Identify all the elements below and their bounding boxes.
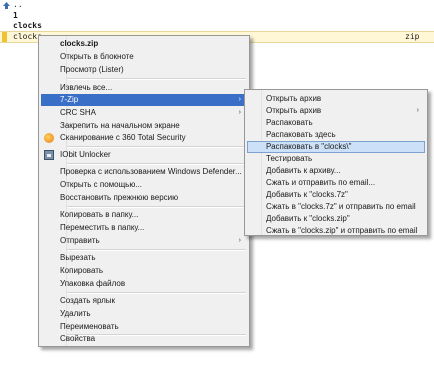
selection-marker bbox=[2, 32, 7, 42]
submenu-7zip: Открыть архив Открыть архив › Распаковать… bbox=[244, 89, 428, 236]
menu-item-label: Упаковка файлов bbox=[60, 279, 126, 288]
menu-item-label: Тестировать bbox=[266, 154, 313, 163]
menu-item-label: Распаковать bbox=[266, 118, 313, 127]
menu-item-label: Открыть архив bbox=[266, 106, 322, 115]
submenu-arrow-icon: › bbox=[238, 96, 241, 103]
menu-item-open-default[interactable]: clocks.zip bbox=[41, 38, 247, 50]
menu-item-label: Открыть с помощью... bbox=[60, 180, 143, 189]
submenu-item-extract-here[interactable]: Распаковать здесь bbox=[247, 129, 425, 141]
submenu-item-open-archive[interactable]: Открыть архив bbox=[247, 93, 425, 105]
menu-item-label: Отправить bbox=[60, 236, 100, 245]
menu-item-label: Свойства bbox=[60, 334, 96, 343]
submenu-item-add-to-archive[interactable]: Добавить к архиву... bbox=[247, 165, 425, 177]
menu-item-label: Сжать и отправить по email... bbox=[266, 178, 376, 187]
file-name: clocks bbox=[13, 21, 42, 30]
menu-item-open-with[interactable]: Открыть с помощью... bbox=[41, 179, 247, 191]
file-name: 1 bbox=[13, 11, 18, 20]
menu-item-label: Вырезать bbox=[60, 253, 96, 262]
menu-item-label: Переименовать bbox=[60, 322, 119, 331]
menu-separator bbox=[67, 249, 246, 251]
menu-item-copy-to-folder[interactable]: Копировать в папку... bbox=[41, 209, 247, 221]
menu-separator bbox=[67, 206, 246, 208]
menu-item-label: Добавить к архиву... bbox=[266, 166, 341, 175]
menu-item-restore-version[interactable]: Восстановить прежнюю версию bbox=[41, 192, 247, 204]
submenu-arrow-icon: › bbox=[238, 237, 241, 244]
menu-item-label: Распаковать в "clocks\" bbox=[266, 142, 352, 151]
menu-item-label: Переместить в папку... bbox=[60, 223, 145, 232]
menu-separator bbox=[67, 146, 246, 148]
menu-item-label: Сжать в "clocks.7z" и отправить по email bbox=[266, 202, 416, 211]
menu-item-pin-start[interactable]: Закрепить на начальном экране bbox=[41, 120, 247, 132]
menu-item-label: 7-Zip bbox=[60, 95, 79, 104]
menu-item-crc-sha[interactable]: CRC SHA › bbox=[41, 107, 247, 119]
menu-separator bbox=[67, 78, 246, 80]
menu-item-move-to-folder[interactable]: Переместить в папку... bbox=[41, 222, 247, 234]
context-menu: clocks.zip Открыть в блокноте Просмотр (… bbox=[38, 35, 250, 347]
menu-item-label: Добавить к "clocks.7z" bbox=[266, 190, 348, 199]
menu-item-pack-files[interactable]: Упаковка файлов bbox=[41, 278, 247, 290]
menu-separator bbox=[67, 292, 246, 294]
menu-item-delete[interactable]: Удалить bbox=[41, 308, 247, 320]
menu-item-cut[interactable]: Вырезать bbox=[41, 252, 247, 264]
menu-item-send-to[interactable]: Отправить › bbox=[41, 235, 247, 247]
submenu-item-open-archive-more[interactable]: Открыть архив › bbox=[247, 105, 425, 117]
menu-item-label: clocks.zip bbox=[60, 39, 99, 48]
file-extension: zip bbox=[405, 32, 420, 41]
menu-item-label: Создать ярлык bbox=[60, 296, 116, 305]
submenu-item-add-zip[interactable]: Добавить к "clocks.zip" bbox=[247, 213, 425, 225]
menu-item-label: Открыть архив bbox=[266, 94, 322, 103]
menu-item-7zip[interactable]: 7-Zip › bbox=[41, 94, 247, 106]
menu-item-scan-360[interactable]: Сканирование с 360 Total Security bbox=[41, 132, 247, 144]
submenu-item-add-7z[interactable]: Добавить к "clocks.7z" bbox=[247, 189, 425, 201]
menu-separator bbox=[67, 163, 246, 165]
menu-item-label: Открыть в блокноте bbox=[60, 52, 134, 61]
menu-item-label: Удалить bbox=[60, 309, 91, 318]
menu-item-label: CRC SHA bbox=[60, 108, 97, 117]
menu-item-lister[interactable]: Просмотр (Lister) bbox=[41, 64, 247, 76]
menu-item-extract-all[interactable]: Извлечь все... bbox=[41, 82, 247, 94]
submenu-item-compress-email[interactable]: Сжать и отправить по email... bbox=[247, 177, 425, 189]
submenu-arrow-icon: › bbox=[238, 109, 241, 116]
menu-item-label: Восстановить прежнюю версию bbox=[60, 193, 179, 202]
menu-item-label: Сканирование с 360 Total Security bbox=[60, 133, 186, 142]
menu-item-copy[interactable]: Копировать bbox=[41, 265, 247, 277]
menu-item-label: Копировать bbox=[60, 266, 104, 275]
file-name: .. bbox=[13, 0, 23, 9]
menu-item-label: Добавить к "clocks.zip" bbox=[266, 214, 350, 223]
submenu-item-test[interactable]: Тестировать bbox=[247, 153, 425, 165]
menu-item-label: Проверка с использованием Windows Defend… bbox=[60, 167, 242, 176]
360-security-icon bbox=[44, 133, 54, 143]
menu-item-rename[interactable]: Переименовать bbox=[41, 321, 247, 333]
menu-item-label: Закрепить на начальном экране bbox=[60, 121, 180, 130]
menu-item-windows-defender[interactable]: Проверка с использованием Windows Defend… bbox=[41, 166, 247, 178]
menu-item-properties[interactable]: Свойства bbox=[41, 333, 247, 345]
submenu-item-extract[interactable]: Распаковать bbox=[247, 117, 425, 129]
menu-item-create-shortcut[interactable]: Создать ярлык bbox=[41, 295, 247, 307]
iobit-lock-icon bbox=[44, 150, 54, 160]
menu-item-label: Распаковать здесь bbox=[266, 130, 336, 139]
menu-item-label: Копировать в папку... bbox=[60, 210, 139, 219]
submenu-item-extract-to-folder[interactable]: Распаковать в "clocks\" bbox=[247, 141, 425, 153]
submenu-item-compress-zip-email[interactable]: Сжать в "clocks.zip" и отправить по emai… bbox=[247, 225, 425, 237]
menu-item-label: IObit Unlocker bbox=[60, 150, 111, 159]
menu-item-label: Сжать в "clocks.zip" и отправить по emai… bbox=[266, 226, 418, 235]
menu-item-label: Извлечь все... bbox=[60, 83, 113, 92]
submenu-item-compress-7z-email[interactable]: Сжать в "clocks.7z" и отправить по email bbox=[247, 201, 425, 213]
folder-up-icon bbox=[3, 2, 10, 9]
menu-item-label: Просмотр (Lister) bbox=[60, 65, 124, 74]
submenu-arrow-icon: › bbox=[416, 107, 419, 114]
menu-item-open-notepad[interactable]: Открыть в блокноте bbox=[41, 51, 247, 63]
menu-item-iobit-unlocker[interactable]: IObit Unlocker bbox=[41, 149, 247, 161]
